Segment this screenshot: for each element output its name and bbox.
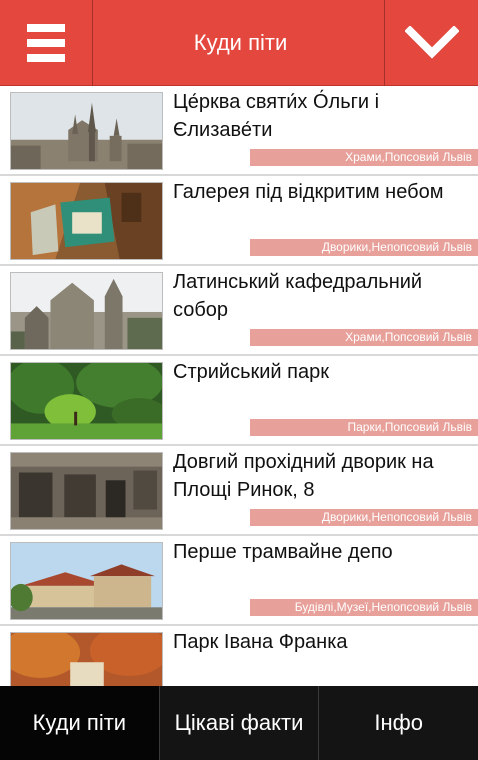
list-item[interactable]: Латинський кафедральний собор Храми,Попс… xyxy=(0,266,478,356)
place-title: Перше трамвайне депо xyxy=(173,541,393,563)
place-title: Стрийський парк xyxy=(173,361,329,383)
tab-where-to-go[interactable]: Куди піти xyxy=(0,686,159,760)
place-title: Латинський кафедральний собор xyxy=(173,271,423,321)
place-tags: Дворики,Непопсовий Львів xyxy=(250,239,478,256)
app-header: Куди піти xyxy=(0,0,478,86)
dropdown-button[interactable] xyxy=(384,0,478,86)
place-thumbnail xyxy=(10,362,163,440)
hamburger-icon xyxy=(27,24,65,62)
place-title: Це́рква святи́х О́льги і Єлизаве́ти xyxy=(173,91,380,141)
place-thumbnail xyxy=(10,272,163,350)
list-item[interactable]: Галерея під відкритим небом Дворики,Непо… xyxy=(0,176,478,266)
place-tags: Дворики,Непопсовий Львів xyxy=(250,509,478,526)
place-thumbnail xyxy=(10,92,163,170)
place-title: Галерея під відкритим небом xyxy=(173,181,444,203)
list-item[interactable]: Стрийський парк Парки,Попсовий Львів xyxy=(0,356,478,446)
page-title: Куди піти xyxy=(193,29,288,55)
place-tags: Храми,Попсовий Львів xyxy=(250,329,478,346)
place-tags: Храми,Попсовий Львів xyxy=(250,149,478,166)
list-item[interactable]: Довгий прохідний дворик на Площі Ринок, … xyxy=(0,446,478,536)
places-list[interactable]: Це́рква святи́х О́льги і Єлизаве́ти Храм… xyxy=(0,86,478,686)
place-title: Парк Івана Франка xyxy=(173,631,348,653)
tab-info[interactable]: Інфо xyxy=(318,686,478,760)
place-thumbnail xyxy=(10,182,163,260)
place-tags: Будівлі,Музеї,Непопсовий Львів xyxy=(250,599,478,616)
place-thumbnail xyxy=(10,542,163,620)
chevron-down-icon xyxy=(404,26,459,59)
menu-button[interactable] xyxy=(0,0,93,86)
place-tags: Парки,Попсовий Львів xyxy=(250,419,478,436)
place-thumbnail xyxy=(10,632,163,686)
bottom-tab-bar: Куди піти Цікаві факти Інфо xyxy=(0,686,478,760)
place-thumbnail xyxy=(10,452,163,530)
tab-interesting-facts[interactable]: Цікаві факти xyxy=(158,686,319,760)
list-item[interactable]: Це́рква святи́х О́льги і Єлизаве́ти Храм… xyxy=(0,86,478,176)
list-item[interactable]: Парк Івана Франка xyxy=(0,626,478,686)
list-item[interactable]: Перше трамвайне депо Будівлі,Музеї,Непоп… xyxy=(0,536,478,626)
place-title: Довгий прохідний дворик на Площі Ринок, … xyxy=(173,451,434,501)
